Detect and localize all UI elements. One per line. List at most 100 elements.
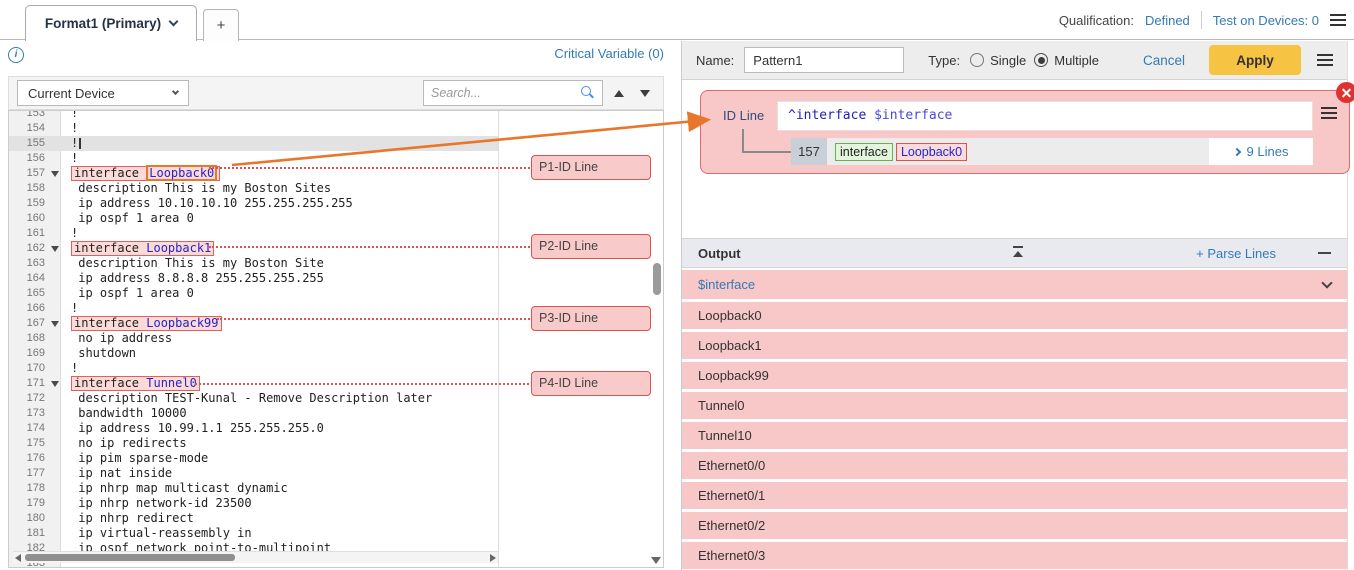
output-value-row[interactable]: Loopback99 <box>682 362 1347 389</box>
fold-arrow-icon[interactable] <box>51 321 59 327</box>
fold-arrow-icon[interactable] <box>51 246 59 252</box>
code-line[interactable]: 178 ip nhrp map multicast dynamic <box>9 481 498 496</box>
code-line[interactable]: 180 ip nhrp redirect <box>9 511 498 526</box>
pattern-header: Name: Type: SingleMultiple Cancel Apply <box>682 41 1347 80</box>
code-line[interactable]: 156! <box>9 151 498 166</box>
type-option-single[interactable]: Single <box>970 53 1026 68</box>
line-text: ip ospf 1 area 0 <box>67 286 498 301</box>
type-option-multiple[interactable]: Multiple <box>1034 53 1099 68</box>
expand-lines-button[interactable]: 9 Lines <box>1209 138 1313 165</box>
menu-icon[interactable] <box>1330 14 1346 26</box>
output-value-row[interactable]: Tunnel0 <box>682 392 1347 419</box>
search-next-button[interactable] <box>635 82 655 104</box>
code-line[interactable]: 159 ip address 10.10.10.10 255.255.255.2… <box>9 196 498 211</box>
id-line-regex-input[interactable]: ^interface $interface <box>777 101 1313 131</box>
line-text: interface Loopback1 <box>67 241 498 256</box>
code-line[interactable]: 175 no ip redirects <box>9 436 498 451</box>
close-icon[interactable] <box>1336 82 1354 103</box>
radio-icon[interactable] <box>970 53 984 67</box>
fold-gutter[interactable] <box>45 166 67 181</box>
code-line[interactable]: 166! <box>9 301 498 316</box>
output-variable-row[interactable]: $interface <box>682 270 1347 299</box>
code-line[interactable]: 181 ip virtual-reassembly in <box>9 526 498 541</box>
code-line[interactable]: 176 ip pim sparse-mode <box>9 451 498 466</box>
output-value-row[interactable]: Ethernet0/2 <box>682 512 1347 539</box>
info-icon[interactable] <box>8 47 24 63</box>
search-prev-button[interactable] <box>609 82 629 104</box>
add-tab-button[interactable]: + <box>203 9 239 41</box>
code-line[interactable]: 153! <box>9 110 498 121</box>
id-line-menu-icon[interactable] <box>1321 107 1337 119</box>
code-line[interactable]: 177 ip nat inside <box>9 466 498 481</box>
scroll-down-arrow-icon[interactable] <box>651 557 661 564</box>
pattern-name-input[interactable] <box>744 47 904 73</box>
code-line[interactable]: 168 no ip address <box>9 331 498 346</box>
code-line[interactable]: 154! <box>9 121 498 136</box>
code-line[interactable]: 160 ip ospf 1 area 0 <box>9 211 498 226</box>
line-text: ip nhrp redirect <box>67 511 498 526</box>
pattern-id-line-label[interactable]: P1-ID Line <box>531 155 651 180</box>
code-line[interactable]: 179 ip nhrp network-id 23500 <box>9 496 498 511</box>
output-value-row[interactable]: Loopback1 <box>682 332 1347 359</box>
id-line-match-highlight[interactable]: interface Loopback99 <box>71 316 222 331</box>
fold-arrow-icon[interactable] <box>51 381 59 387</box>
code-line[interactable]: 158 description This is my Boston Sites <box>9 181 498 196</box>
code-line[interactable]: 174 ip address 10.99.1.1 255.255.255.0 <box>9 421 498 436</box>
collapse-panel-icon[interactable] <box>1012 246 1024 257</box>
tab-format1-primary[interactable]: Format1 (Primary) <box>25 5 197 41</box>
id-line-match-highlight[interactable]: interface Loopback1 <box>71 241 214 256</box>
code-line[interactable]: 161! <box>9 226 498 241</box>
code-line[interactable]: 164 ip address 8.8.8.8 255.255.255.255 <box>9 271 498 286</box>
test-on-devices-link[interactable]: Test on Devices: 0 <box>1213 13 1319 28</box>
code-line[interactable]: 162interface Loopback1 <box>9 241 498 256</box>
code-line[interactable]: 155! <box>9 136 498 151</box>
radio-icon[interactable] <box>1034 53 1048 67</box>
apply-button[interactable]: Apply <box>1209 45 1301 75</box>
code-line[interactable]: 163 description This is my Boston Site <box>9 256 498 271</box>
line-number: 171 <box>9 376 45 391</box>
fold-gutter[interactable] <box>45 376 67 391</box>
output-value-row[interactable]: Ethernet0/3 <box>682 542 1347 569</box>
scroll-left-arrow-icon[interactable] <box>15 554 21 562</box>
horizontal-scrollbar[interactable] <box>13 551 498 563</box>
line-number: 173 <box>9 406 45 421</box>
code-line[interactable]: 170! <box>9 361 498 376</box>
id-line-match-highlight[interactable]: interface Loopback0 <box>71 166 220 181</box>
search-icon[interactable] <box>579 85 595 101</box>
qualification-value-link[interactable]: Defined <box>1145 13 1190 28</box>
divider <box>1201 11 1202 29</box>
code-line[interactable]: 169 shutdown <box>9 346 498 361</box>
pattern-id-line-label[interactable]: P2-ID Line <box>531 234 651 259</box>
pattern-id-line-label[interactable]: P4-ID Line <box>531 371 651 396</box>
line-text: ip address 8.8.8.8 255.255.255.255 <box>67 271 498 286</box>
pattern-id-line-label[interactable]: P3-ID Line <box>531 306 651 331</box>
scroll-right-arrow-icon[interactable] <box>490 554 496 562</box>
fold-gutter <box>45 346 67 361</box>
cancel-button[interactable]: Cancel <box>1143 53 1185 68</box>
fold-arrow-icon[interactable] <box>51 171 59 177</box>
id-line-match-highlight[interactable]: interface Tunnel0 <box>71 376 200 391</box>
output-value-row[interactable]: Ethernet0/1 <box>682 482 1347 509</box>
device-select-value: Current Device <box>28 86 115 101</box>
horizontal-scrollbar-thumb[interactable] <box>25 554 235 561</box>
code-line[interactable]: 165 ip ospf 1 area 0 <box>9 286 498 301</box>
code-line[interactable]: 173 bandwidth 10000 <box>9 406 498 421</box>
fold-gutter[interactable] <box>45 241 67 256</box>
add-parse-lines-button[interactable]: + Parse Lines <box>1196 246 1276 261</box>
line-text: no ip redirects <box>67 436 498 451</box>
search-input[interactable] <box>431 86 579 100</box>
fold-gutter <box>45 151 67 166</box>
code-line[interactable]: 172 description TEST-Kunal - Remove Desc… <box>9 391 498 406</box>
fold-gutter[interactable] <box>45 316 67 331</box>
lines-count: 9 Lines <box>1247 144 1289 159</box>
output-value-row[interactable]: Ethernet0/0 <box>682 452 1347 479</box>
line-number: 167 <box>9 316 45 331</box>
fold-gutter <box>45 196 67 211</box>
device-select[interactable]: Current Device <box>17 80 189 106</box>
minimize-icon[interactable] <box>1318 252 1331 255</box>
output-value-row[interactable]: Loopback0 <box>682 302 1347 329</box>
vertical-scrollbar-thumb[interactable] <box>653 263 661 295</box>
critical-variable-link[interactable]: Critical Variable (0) <box>554 46 664 61</box>
output-value-row[interactable]: Tunnel10 <box>682 422 1347 449</box>
pattern-menu-icon[interactable] <box>1317 54 1333 66</box>
